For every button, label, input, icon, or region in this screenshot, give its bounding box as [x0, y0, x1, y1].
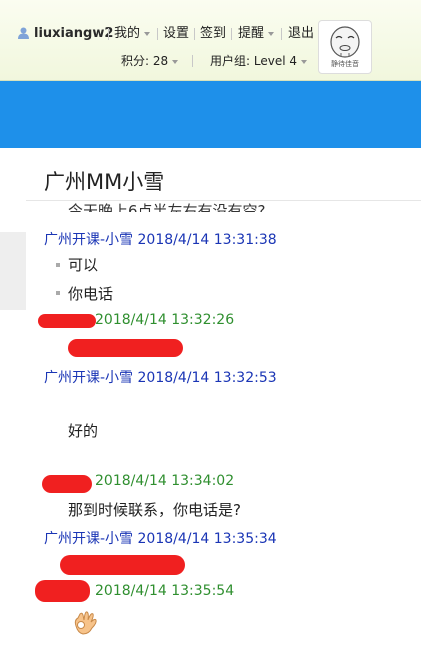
redacted-name	[38, 314, 96, 328]
sender-name[interactable]: 广州开课-小雪	[44, 531, 133, 547]
message-text: 那到时候联系，你电话是?	[68, 501, 241, 519]
redacted-text	[68, 339, 183, 357]
redacted-text	[60, 555, 185, 575]
menu-my[interactable]: 我的	[114, 24, 151, 44]
timestamp: 2018/4/14 13:32:53	[137, 370, 277, 386]
menu-checkin[interactable]: 签到	[200, 24, 226, 44]
usergroup-label: 用户组: Level 4	[210, 54, 297, 68]
ok-hand-icon	[74, 611, 97, 635]
chevron-down-icon	[172, 59, 179, 64]
message-text: 你电话	[68, 285, 114, 303]
menu-notify-label: 提醒	[238, 26, 265, 41]
divider	[157, 28, 158, 40]
message-text: 可以	[68, 256, 99, 274]
user-toolbar: liuxiangw2 我的 设置 签到 提醒 退出 积分: 28 用户组: Le…	[0, 0, 421, 81]
avatar-face-icon	[330, 26, 360, 58]
timestamp: 2018/4/14 13:31:38	[137, 232, 277, 248]
message-meta: 广州开课-小雪 2018/4/14 13:31:38	[44, 229, 277, 249]
message-meta: 广州开课-小雪 2018/4/14 13:32:53	[44, 367, 277, 387]
bullet-icon	[56, 263, 60, 267]
menu-settings[interactable]: 设置	[163, 24, 189, 44]
divider	[281, 28, 282, 40]
menu-logout[interactable]: 退出	[288, 24, 314, 44]
message-meta: 广州开课-小雪 2018/4/14 13:35:34	[44, 528, 277, 548]
username-link[interactable]: liuxiangw2	[34, 24, 113, 44]
sidebar-strip	[0, 232, 26, 310]
timestamp: 2018/4/14 13:35:54	[95, 583, 235, 599]
main-nav-bar	[0, 81, 421, 148]
bullet-icon	[56, 291, 60, 295]
sender-name[interactable]: 广州开课-小雪	[44, 232, 133, 248]
divider	[231, 28, 232, 40]
points-label: 积分: 28	[121, 54, 169, 68]
divider	[108, 28, 109, 40]
points-menu[interactable]: 积分: 28	[121, 52, 179, 70]
message-text-partial: 今天晚上6点半左右有没有空?	[68, 202, 266, 212]
timestamp: 2018/4/14 13:35:34	[137, 531, 277, 547]
message-text: 好的	[68, 422, 99, 440]
page-title: 广州MM小雪	[44, 170, 165, 194]
sender-name[interactable]: 广州开课-小雪	[44, 370, 133, 386]
user-icon	[18, 27, 29, 39]
avatar-caption: 静待佳音	[331, 60, 359, 68]
redacted-name	[35, 580, 90, 602]
chevron-down-icon	[144, 31, 151, 36]
usergroup-menu[interactable]: 用户组: Level 4	[210, 52, 307, 70]
divider	[192, 55, 193, 67]
timestamp: 2018/4/14 13:34:02	[95, 473, 235, 489]
chevron-down-icon	[300, 59, 307, 64]
chevron-down-icon	[268, 31, 275, 36]
avatar[interactable]: 静待佳音	[318, 20, 372, 74]
redacted-name	[42, 475, 92, 493]
timestamp: 2018/4/14 13:32:26	[95, 312, 235, 328]
divider	[194, 28, 195, 40]
menu-my-label: 我的	[114, 26, 141, 41]
menu-notify[interactable]: 提醒	[238, 24, 275, 44]
